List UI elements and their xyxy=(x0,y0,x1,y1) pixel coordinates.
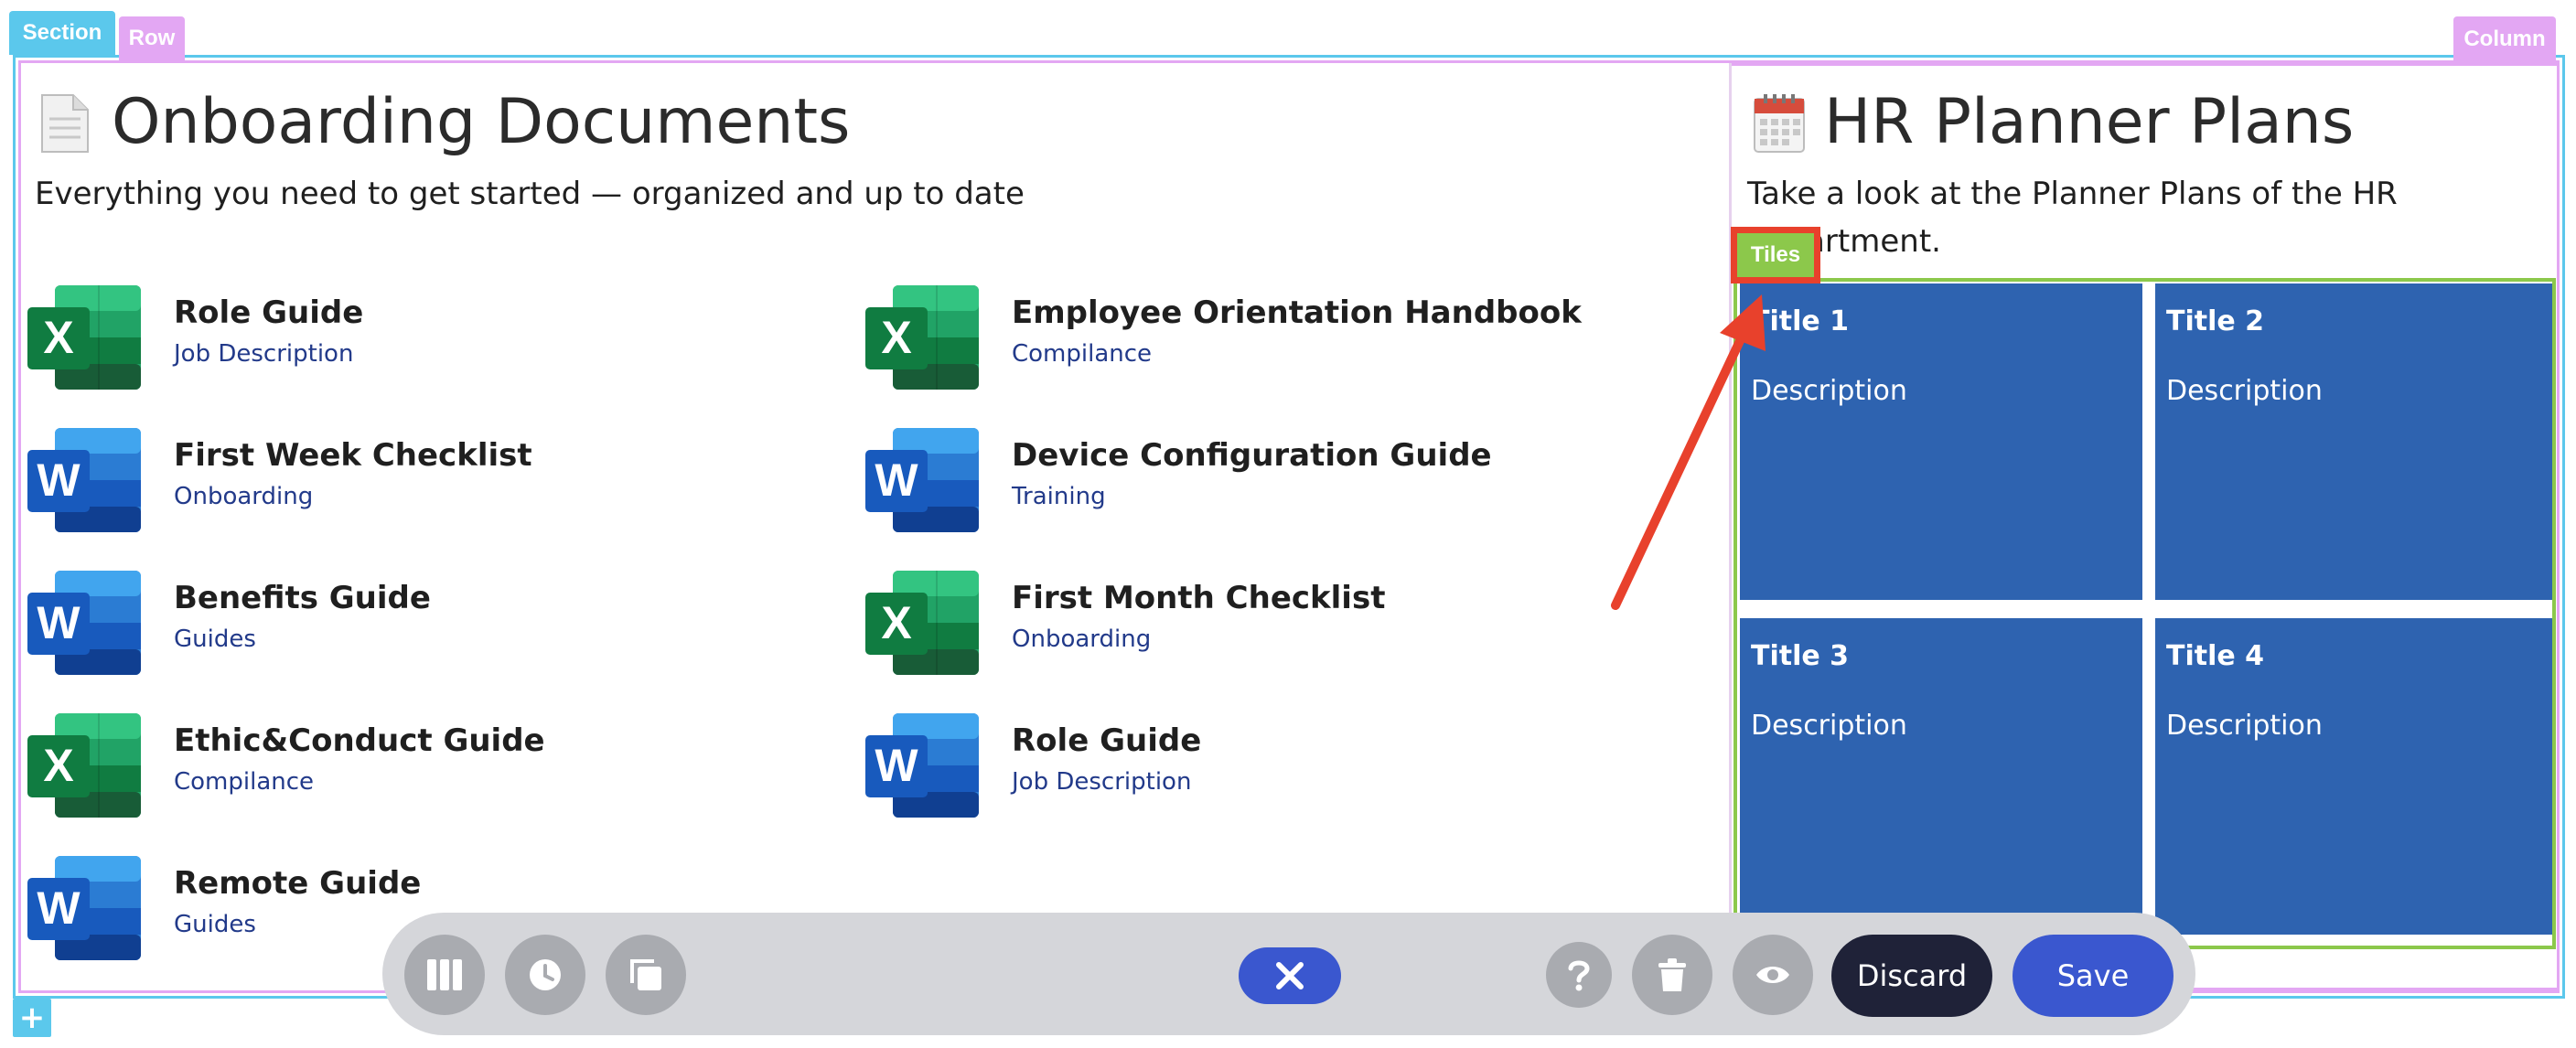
page-title: Onboarding Documents xyxy=(112,86,851,158)
document-category: Guides xyxy=(174,626,256,653)
document-item[interactable]: X Role Guide Job Description xyxy=(27,285,851,395)
tile-title: Title 2 xyxy=(2166,305,2265,337)
columns-icon xyxy=(427,959,462,990)
document-title[interactable]: First Month Checklist xyxy=(1012,580,1385,616)
row-tag[interactable]: Row xyxy=(119,16,185,60)
discard-button[interactable]: Discard xyxy=(1831,935,1992,1017)
document-title[interactable]: Role Guide xyxy=(1012,722,1201,759)
word-icon: W xyxy=(27,856,141,960)
svg-text:W: W xyxy=(37,882,80,934)
planner-tile[interactable]: Title 1 Description xyxy=(1740,283,2142,600)
svg-text:W: W xyxy=(875,740,918,791)
document-icon xyxy=(41,94,89,153)
svg-text:X: X xyxy=(43,740,73,791)
document-category: Onboarding xyxy=(1012,626,1152,653)
excel-icon: X xyxy=(27,713,141,818)
document-title[interactable]: Employee Orientation Handbook xyxy=(1012,294,1582,331)
planner-tile[interactable]: Title 3 Description xyxy=(1740,618,2142,935)
document-item[interactable]: W Role Guide Job Description xyxy=(865,713,1689,823)
save-button[interactable]: Save xyxy=(2012,935,2174,1017)
calendar-icon xyxy=(1754,94,1805,153)
excel-icon: X xyxy=(865,571,979,675)
document-item[interactable]: W Benefits Guide Guides xyxy=(27,571,851,680)
svg-text:W: W xyxy=(875,454,918,506)
tile-title: Title 3 xyxy=(1751,640,1850,672)
document-category: Job Description xyxy=(174,340,354,368)
copy-button[interactable] xyxy=(606,935,686,1015)
document-category: Training xyxy=(1012,483,1106,510)
delete-button[interactable] xyxy=(1632,935,1712,1015)
annotation-arrow xyxy=(1611,294,1766,610)
document-title[interactable]: Remote Guide xyxy=(174,865,421,902)
document-category: Job Description xyxy=(1012,768,1192,796)
help-icon xyxy=(1568,960,1590,991)
editor-toolbar: Discard Save xyxy=(382,913,2195,1035)
planner-title: HR Planner Plans xyxy=(1824,86,2355,158)
excel-icon: X xyxy=(27,285,141,390)
close-button[interactable] xyxy=(1239,947,1341,1004)
document-item[interactable]: X First Month Checklist Onboarding xyxy=(865,571,1689,680)
svg-text:X: X xyxy=(881,312,911,363)
history-icon xyxy=(530,959,561,990)
eye-icon xyxy=(1756,967,1789,983)
columns-button[interactable] xyxy=(404,935,485,1015)
document-title[interactable]: Device Configuration Guide xyxy=(1012,437,1492,474)
excel-icon: X xyxy=(865,285,979,390)
document-category: Compilance xyxy=(1012,340,1153,368)
tile-description: Description xyxy=(2166,375,2323,407)
document-title[interactable]: Benefits Guide xyxy=(174,580,431,616)
document-item[interactable]: W First Week Checklist Onboarding xyxy=(27,428,851,538)
planner-subtitle: Take a look at the Planner Plans of the … xyxy=(1747,176,2398,260)
tile-description: Description xyxy=(1751,710,1907,742)
planner-tile[interactable]: Title 2 Description xyxy=(2155,283,2552,600)
page-subtitle: Everything you need to get started — org… xyxy=(35,176,1025,212)
column-tag[interactable]: Column xyxy=(2453,16,2556,62)
svg-text:X: X xyxy=(43,312,73,363)
word-icon: W xyxy=(27,428,141,532)
tile-description: Description xyxy=(2166,710,2323,742)
tile-title: Title 4 xyxy=(2166,640,2265,672)
document-item[interactable]: W Device Configuration Guide Training xyxy=(865,428,1689,538)
trash-icon xyxy=(1658,958,1686,991)
preview-button[interactable] xyxy=(1733,935,1813,1015)
copy-icon xyxy=(630,959,661,990)
document-title[interactable]: Ethic&Conduct Guide xyxy=(174,722,545,759)
planner-tile[interactable]: Title 4 Description xyxy=(2155,618,2552,935)
add-section-button[interactable]: + xyxy=(13,999,51,1037)
document-title[interactable]: First Week Checklist xyxy=(174,437,532,474)
word-icon: W xyxy=(865,713,979,818)
document-category: Compilance xyxy=(174,768,315,796)
document-item[interactable]: X Ethic&Conduct Guide Compilance xyxy=(27,713,851,823)
word-icon: W xyxy=(27,571,141,675)
svg-text:X: X xyxy=(881,597,911,648)
svg-text:W: W xyxy=(37,597,80,648)
document-category: Guides xyxy=(174,911,256,938)
document-item[interactable]: X Employee Orientation Handbook Compilance xyxy=(865,285,1689,395)
history-button[interactable] xyxy=(505,935,585,1015)
document-category: Onboarding xyxy=(174,483,314,510)
section-tag[interactable]: Section xyxy=(9,11,115,55)
document-title[interactable]: Role Guide xyxy=(174,294,363,331)
word-icon: W xyxy=(865,428,979,532)
svg-text:W: W xyxy=(37,454,80,506)
help-button[interactable] xyxy=(1546,942,1612,1008)
close-icon xyxy=(1276,962,1304,989)
